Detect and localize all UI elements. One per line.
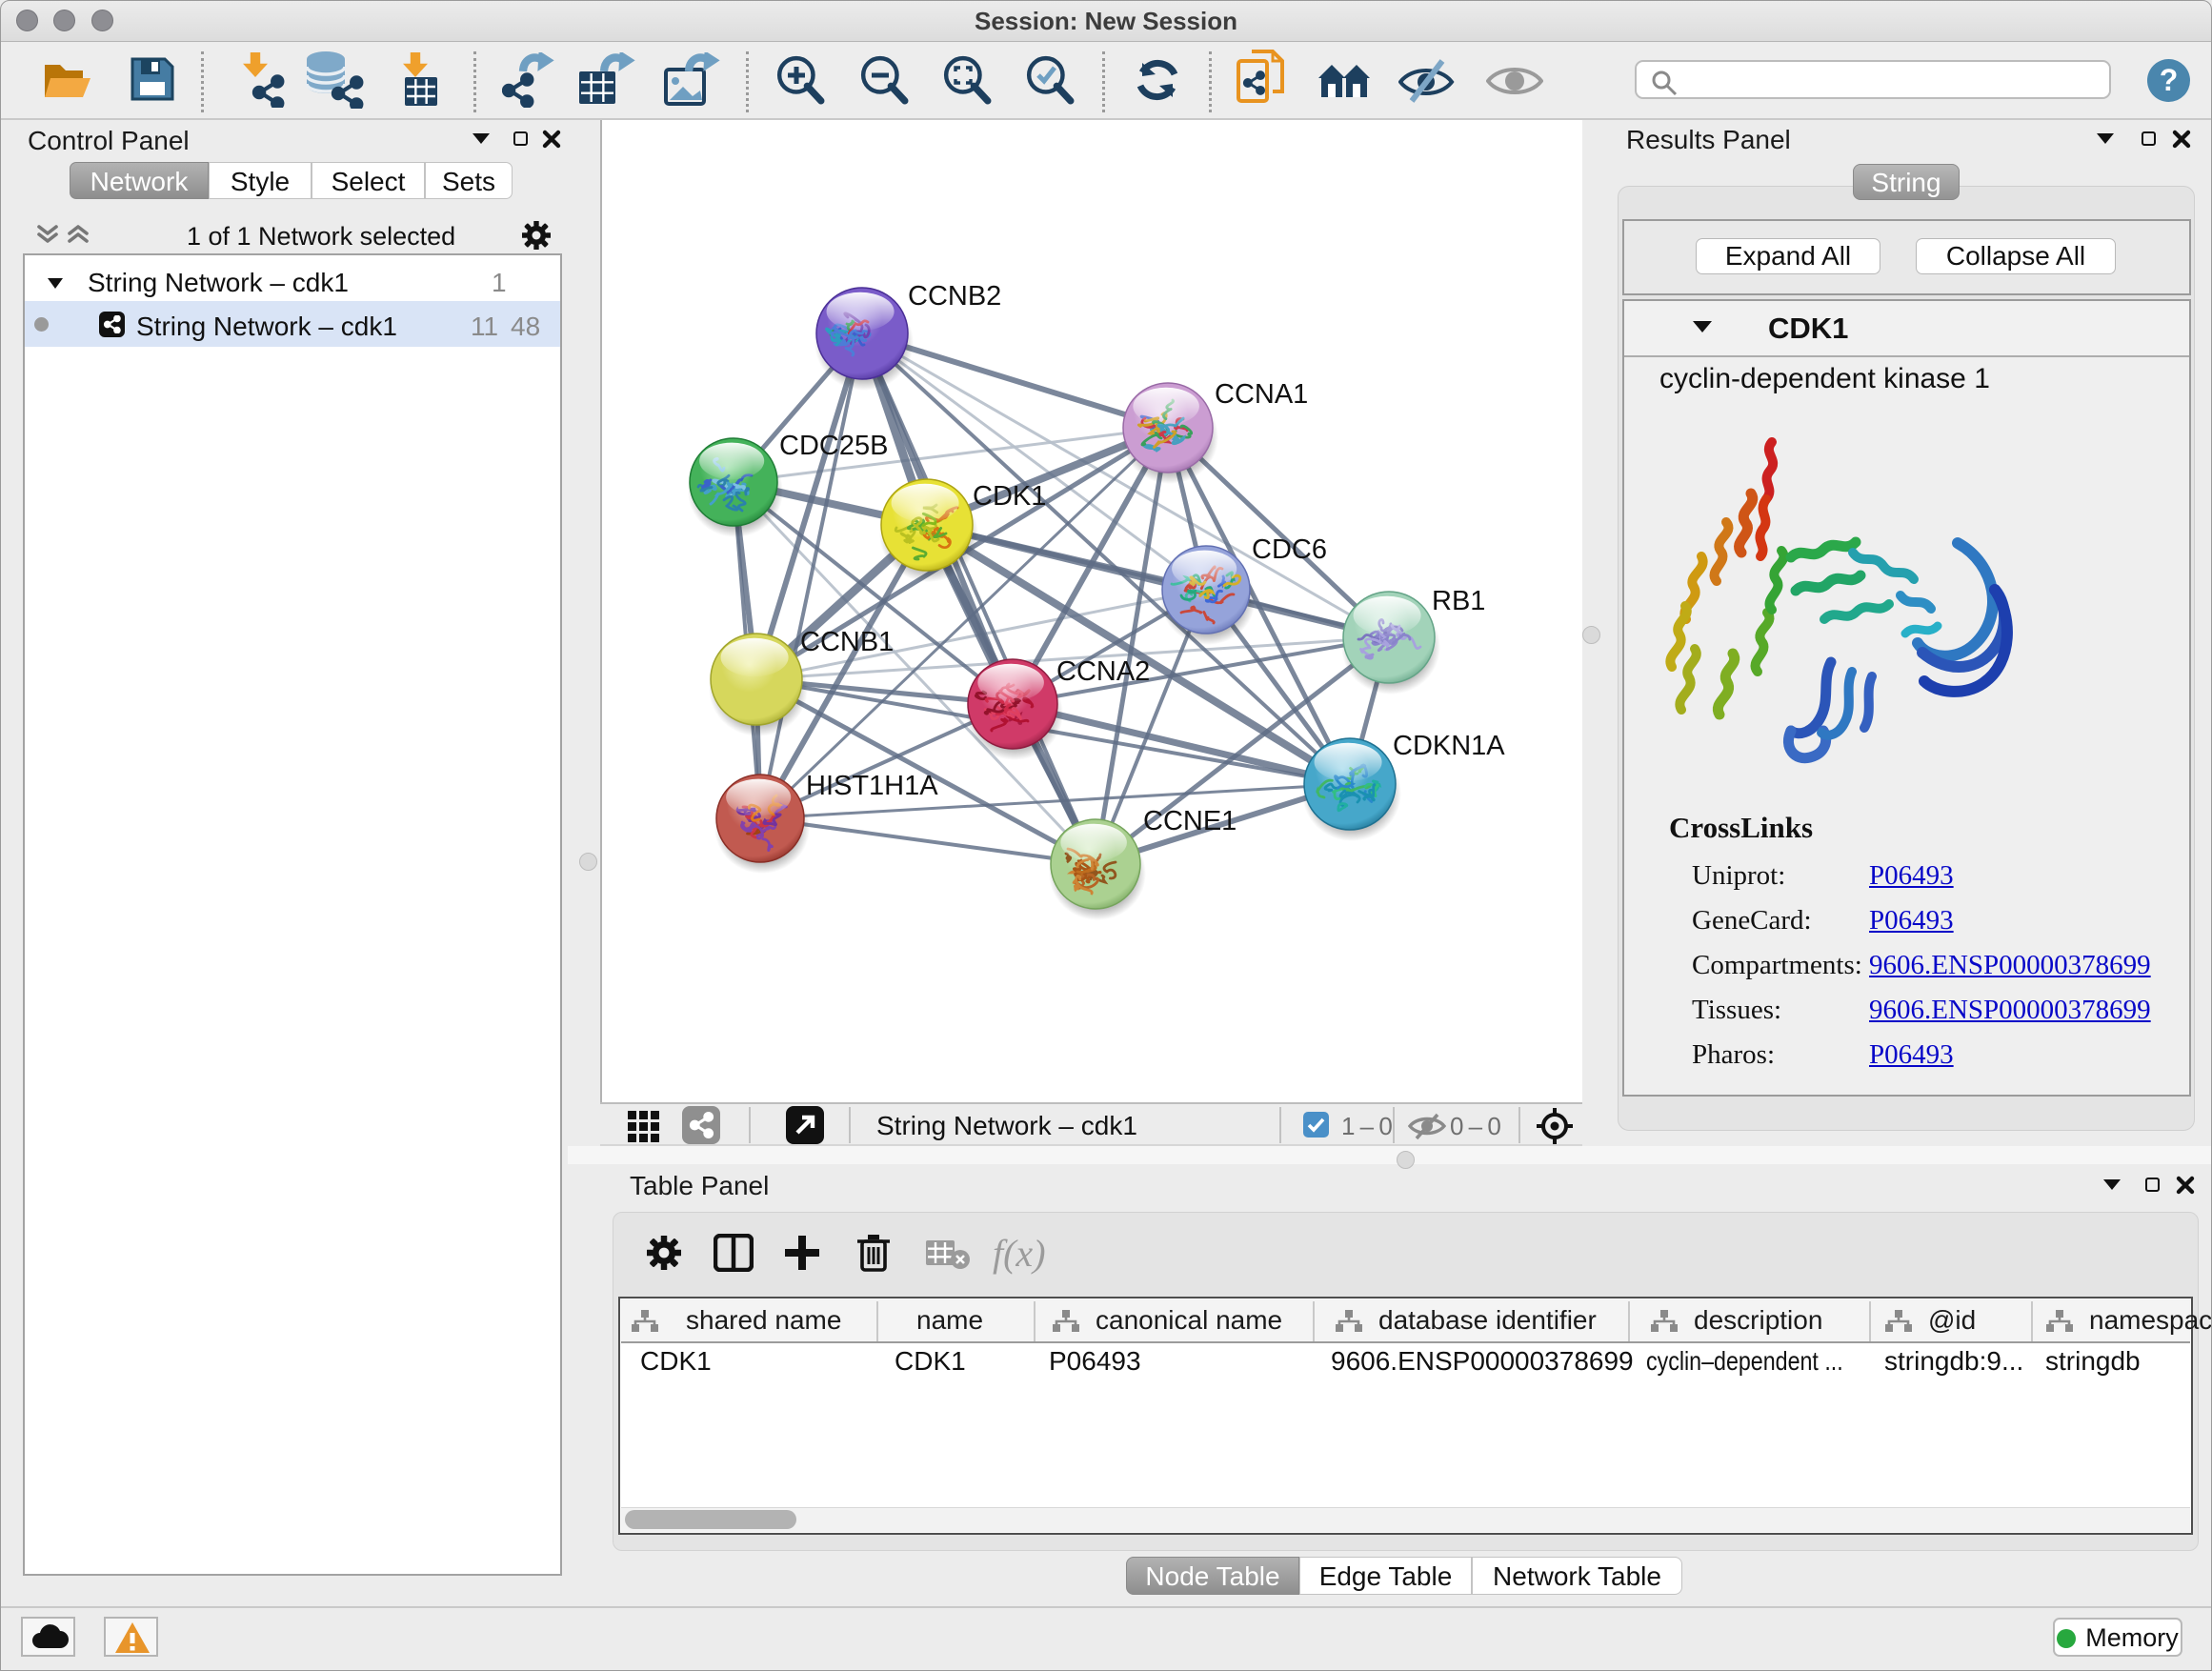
svg-text:HIST1H1A: HIST1H1A [806,771,938,801]
svg-text:RB1: RB1 [1432,586,1485,616]
svg-text:CCNB2: CCNB2 [908,281,1001,312]
svg-text:CCNE1: CCNE1 [1143,806,1237,836]
svg-text:CDC6: CDC6 [1252,534,1327,565]
svg-text:CCNA1: CCNA1 [1215,379,1308,410]
svg-text:CCNB1: CCNB1 [800,627,894,657]
svg-text:CCNA2: CCNA2 [1056,656,1150,687]
svg-text:CDKN1A: CDKN1A [1393,731,1505,761]
svg-text:CDC25B: CDC25B [779,431,888,461]
svg-text:CDK1: CDK1 [973,481,1046,512]
